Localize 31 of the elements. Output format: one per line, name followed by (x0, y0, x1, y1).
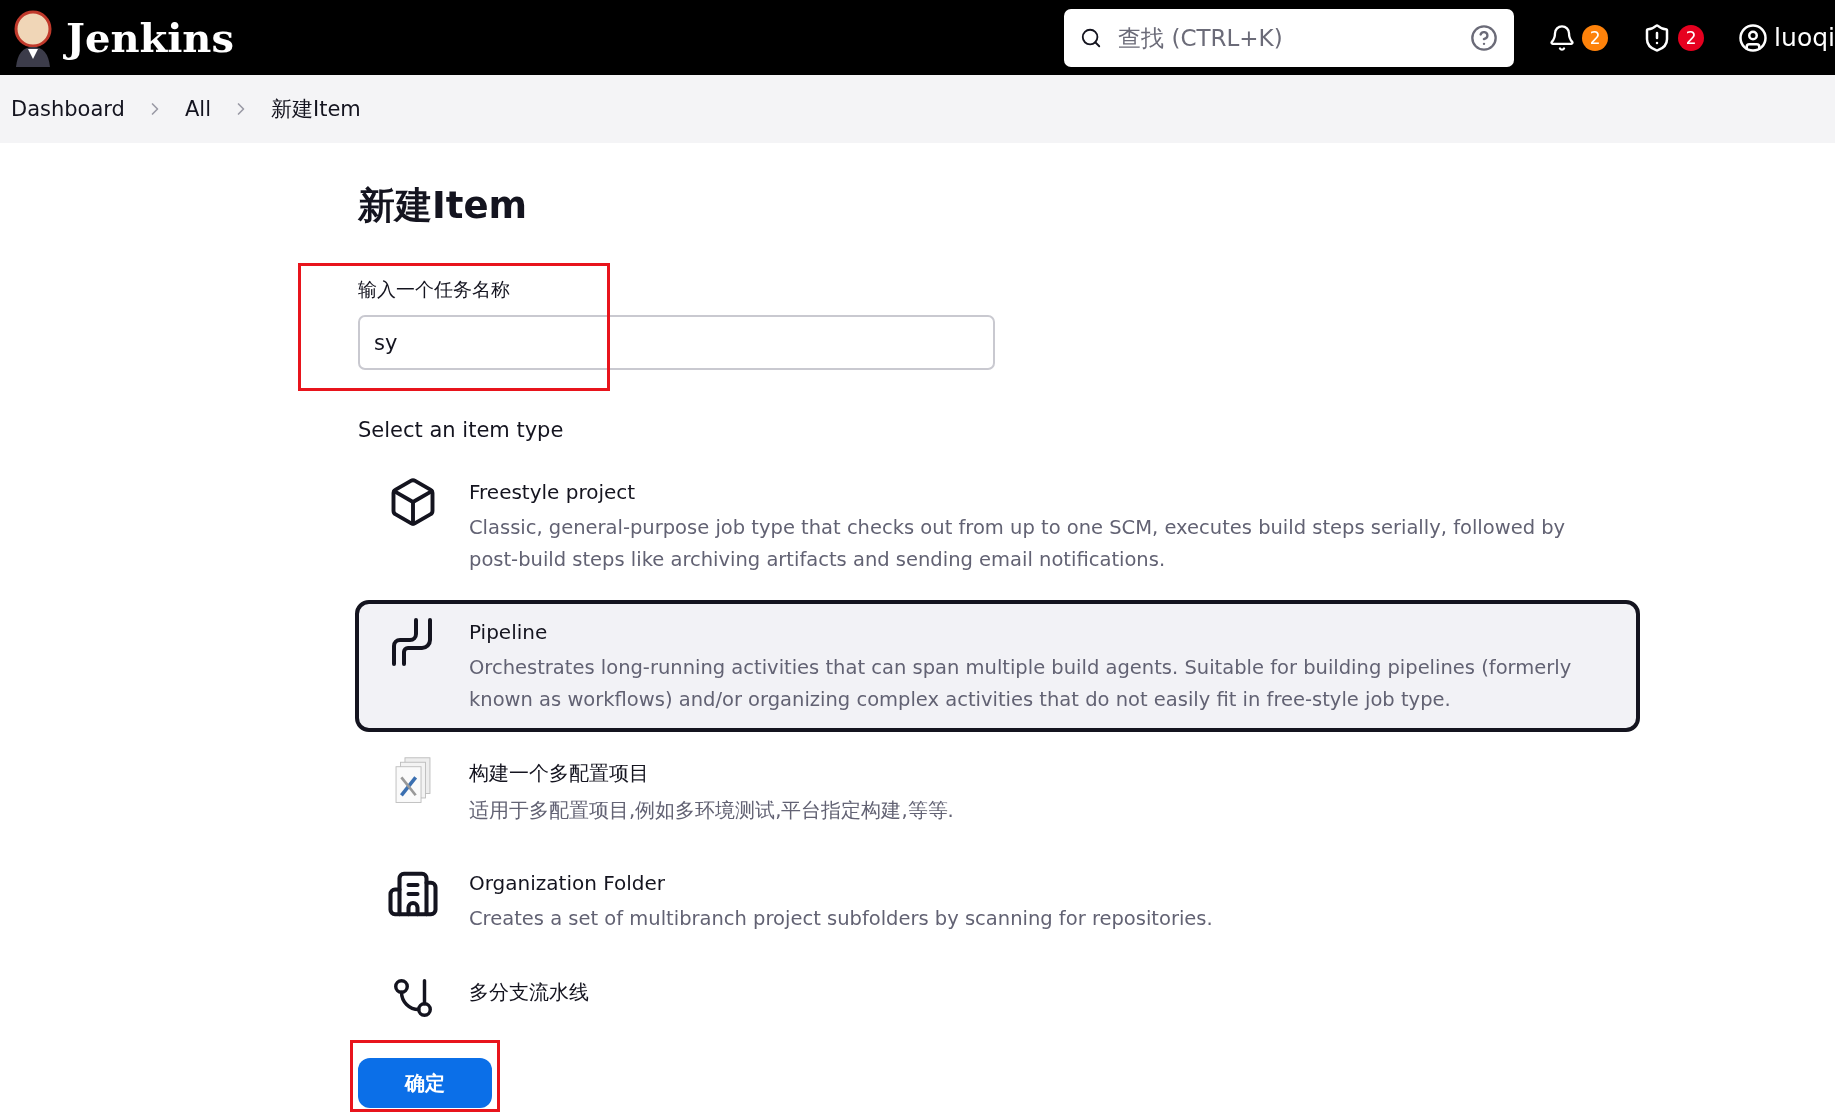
breadcrumb-link[interactable]: All (184, 97, 211, 121)
section-heading: Select an item type (358, 418, 564, 442)
search-icon (1080, 26, 1103, 49)
ok-button[interactable]: 确定 (358, 1058, 492, 1108)
item-description: 适用于多配置项目,例如多环境测试,平台指定构建,等等. (469, 798, 954, 824)
user-icon[interactable] (1738, 22, 1769, 53)
documents-tools-icon (392, 756, 434, 806)
bell-icon[interactable] (1548, 23, 1577, 52)
field-label: 输入一个任务名称 (358, 277, 510, 302)
item-description: Classic, general-purpose job type that checks out from up to one SCM, executes build steps serially, followed by post-build steps like archiving artifacts and sending email notifications. (469, 515, 1567, 573)
breadcrumb-link[interactable]: Dashboard (11, 97, 125, 121)
search-box[interactable]: 查找 (CTRL+K) (1064, 8, 1515, 67)
name-input[interactable]: sy (358, 315, 995, 370)
search-field[interactable]: 查找 (CTRL+K) (1116, 23, 1457, 52)
help-icon[interactable] (1470, 23, 1499, 52)
item-type-option[interactable]: Organization Folder Creates a set of multibranch project subfolders by scanning for repositories. (355, 851, 1640, 951)
breadcrumb-link[interactable]: 新建Item (271, 95, 361, 123)
item-type-option[interactable]: 多分支流水线 (355, 959, 1640, 1037)
page-title: 新建Item (358, 183, 529, 229)
item-type-option[interactable] (355, 600, 1640, 732)
item-title: Pipeline (469, 620, 549, 644)
item-title: Freestyle project (469, 480, 637, 504)
user-name[interactable]: luoqi (1774, 23, 1835, 52)
item-title: 多分支流水线 (469, 979, 589, 1006)
item-title: 构建一个多配置项目 (469, 760, 650, 787)
item-type-option[interactable]: 构建一个多配置项目 适用于多配置项目,例如多环境测试,平台指定构建,等等. (355, 740, 1640, 843)
item-description: Orchestrates long-running activities that can span multiple build agents. Suitable for building pipelines (formerly known as workflows) and/or organizing complex activities that do not easily fit in free-style job type. (469, 655, 1573, 713)
item-description: Creates a set of multibranch project subfolders by scanning for repositories. (469, 906, 1213, 932)
item-title: Organization Folder (469, 871, 667, 895)
security-badge: 2 (1678, 24, 1705, 51)
notification-badge: 2 (1582, 24, 1609, 51)
